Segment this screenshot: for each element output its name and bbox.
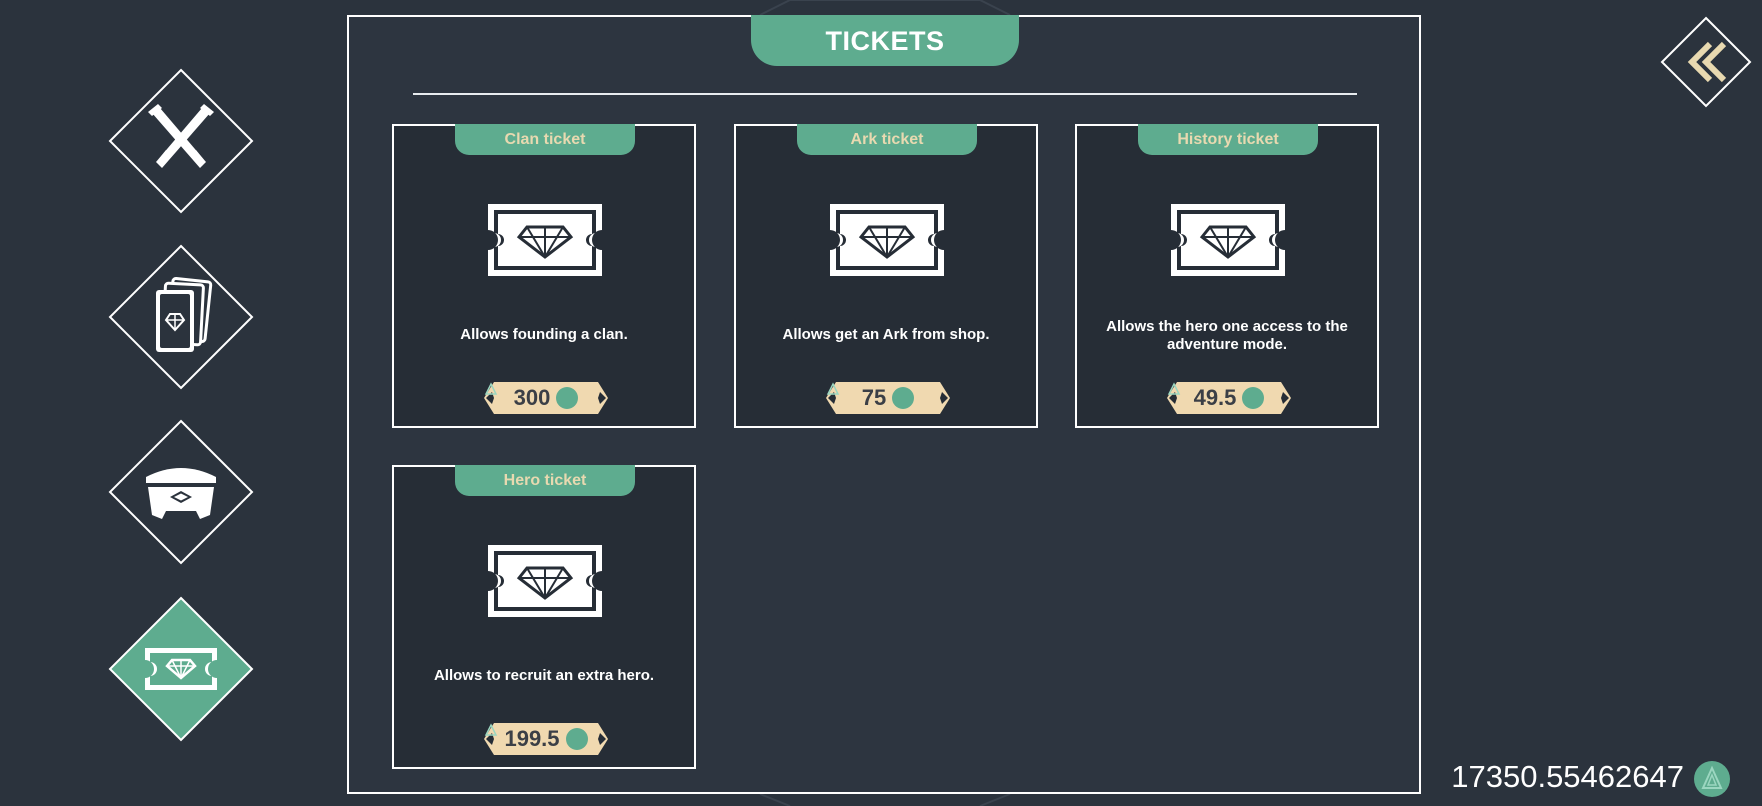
coin-icon xyxy=(826,382,915,409)
page-title: TICKETS xyxy=(751,15,1019,66)
back-button[interactable] xyxy=(1660,16,1752,108)
price-value: 199.5 xyxy=(504,726,560,751)
price-value: 49.5 xyxy=(1193,385,1237,410)
card-description: Allows to recruit an extra hero. xyxy=(433,667,655,684)
card-description: Allows get an Ark from shop. xyxy=(782,326,990,343)
price-tag[interactable]: 300 xyxy=(484,382,608,414)
coin-icon xyxy=(484,723,588,750)
ticket-icon xyxy=(830,204,944,276)
nav-tickets-button[interactable] xyxy=(108,596,254,742)
coin-icon xyxy=(1167,382,1265,409)
cards-icon xyxy=(108,244,254,390)
price-content: 49.5 xyxy=(1167,382,1291,414)
crossed-swords-icon xyxy=(108,68,254,214)
card-description: Allows founding a clan. xyxy=(460,326,628,343)
nav-battle-button[interactable] xyxy=(108,68,254,214)
ticket-icon xyxy=(1171,204,1285,276)
ticket-card-ark[interactable]: Ark ticket Allows get an Ark from shop. … xyxy=(734,124,1038,428)
price-content: 75 xyxy=(826,382,950,414)
title-divider xyxy=(413,93,1357,95)
card-title: Hero ticket xyxy=(455,465,635,496)
nav-cards-button[interactable] xyxy=(108,244,254,390)
ticket-icon xyxy=(488,545,602,617)
ticket-card-hero[interactable]: Hero ticket Allows to recruit an extra h… xyxy=(392,465,696,769)
ticket-card-history[interactable]: History ticket Allows the hero one acces… xyxy=(1075,124,1379,428)
ticket-icon xyxy=(488,204,602,276)
nav-chest-button[interactable] xyxy=(108,419,254,565)
card-title: Clan ticket xyxy=(455,124,635,155)
card-title: Ark ticket xyxy=(797,124,977,155)
price-tag[interactable]: 49.5 xyxy=(1167,382,1291,414)
ticket-icon xyxy=(108,596,254,742)
card-description: Allows the hero one access to the advent… xyxy=(1106,318,1348,353)
card-title: History ticket xyxy=(1138,124,1318,155)
price-value: 75 xyxy=(861,385,887,410)
price-value: 300 xyxy=(513,385,551,410)
price-content: 300 xyxy=(484,382,608,414)
ticket-card-clan[interactable]: Clan ticket Allows founding a clan. 300 xyxy=(392,124,696,428)
price-tag[interactable]: 75 xyxy=(826,382,950,414)
coin-icon xyxy=(484,382,579,409)
price-content: 199.5 xyxy=(484,723,608,755)
price-tag[interactable]: 199.5 xyxy=(484,723,608,755)
wallet-balance: 17350.55462647 xyxy=(1451,759,1684,794)
double-chevron-left-icon xyxy=(1660,16,1752,108)
chest-icon xyxy=(108,419,254,565)
coin-icon xyxy=(1694,761,1730,797)
